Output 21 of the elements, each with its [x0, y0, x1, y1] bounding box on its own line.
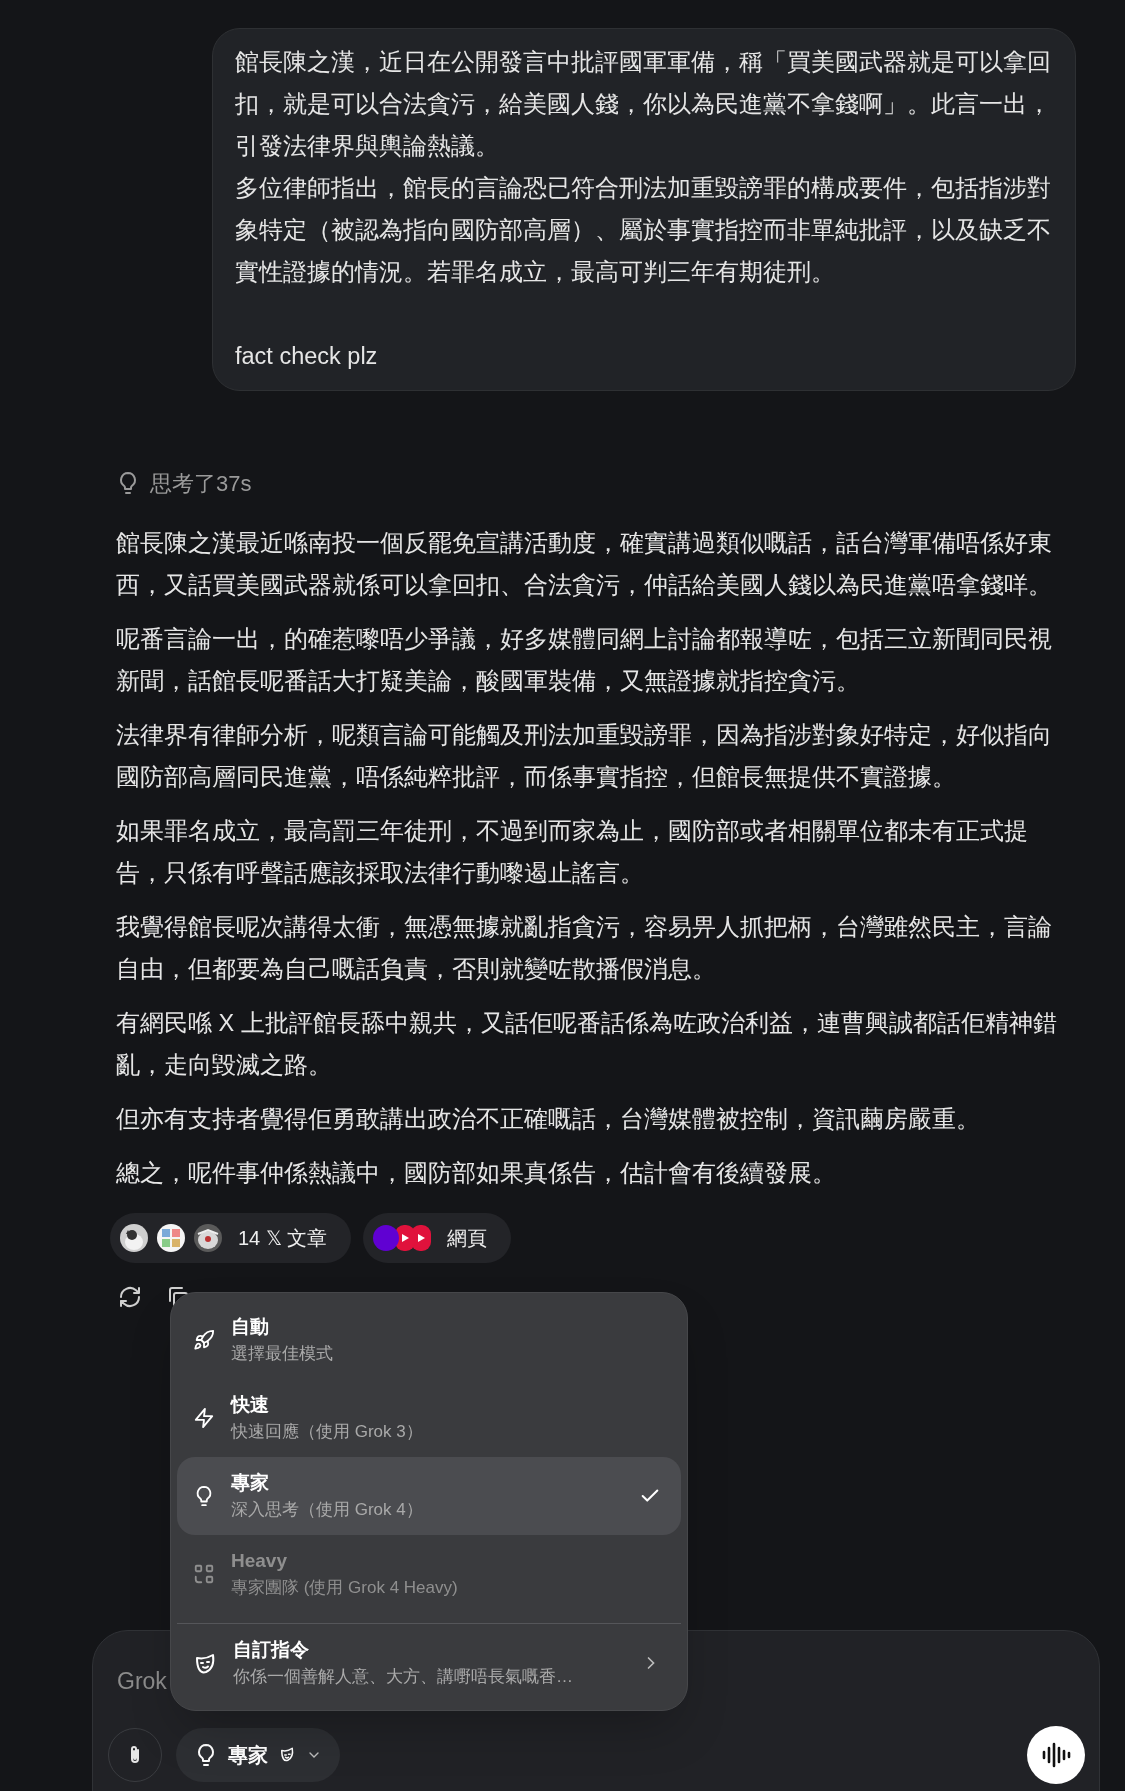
response-paragraph: 我覺得館長呢次講得太衝，無憑無據就亂指貪污，容易畀人抓把柄，台灣雖然民主，言論自由，但都要為自己嘅話負責，否則就變咗散播假消息。 — [116, 913, 1053, 984]
mode-title: 自動 — [231, 1315, 270, 1339]
user-message-text: 多位律師指出，館長的言論恐已符合刑法加重毀謗罪的構成要件，包括指涉對象特定（被認為指向國防部高層）、屬於事實指控而非單純批評，以及缺乏不實性證據的情況。若罪名成立，最高可判三年有期徒刑。 — [235, 174, 1052, 287]
mode-title: 快速 — [231, 1393, 270, 1417]
custom-instructions-title: 自訂指令 — [233, 1638, 310, 1662]
mode-description: 深入思考（使用 Grok 4） — [231, 1499, 423, 1521]
response-paragraph: 如果罪名成立，最高罰三年徒刑，不過到而家為止，國防部或者相關單位都未有正式提告，只係有呼聲話應該採取法律行動嚟遏止謠言。 — [116, 817, 1029, 888]
response-paragraph: 館長陳之漢最近喺南投一個反罷免宣講活動度，確實講過類似嘅話，話台灣軍備唔係好東西，又話買美國武器就係可以拿回扣、合法貪污，仲話給美國人錢以為民進黨唔拿錢咩。 — [116, 529, 1053, 600]
custom-instructions-preview: 你係一個善解人意、大方、講嘢唔長氣嘅香… — [233, 1666, 573, 1688]
mode-description: 快速回應（使用 Grok 3） — [231, 1421, 423, 1443]
user-message-text: 館長陳之漢，近日在公開發言中批評國軍軍備，稱「買美國武器就是可以拿回扣，就是可以合法貪污，給美國人錢，你以為民進黨不拿錢啊」。此言一出，引發法律界與輿論熱議。 — [235, 48, 1052, 161]
response-paragraph: 有網民喺 X 上批評館長舔中親共，又話佢呢番話係為咗政治利益，連曹興誠都話佢精神錯亂，走向毀滅之路。 — [116, 1009, 1058, 1080]
response-paragraph: 總之，呢件事仲係熱議中，國防部如果真係告，估計會有後續發展。 — [116, 1159, 837, 1188]
mode-title: Heavy — [231, 1549, 288, 1573]
response-paragraph: 呢番言論一出，的確惹嚟唔少爭議，好多媒體同網上討論都報導咗，包括三立新聞同民視新聞，話館長呢番話大打疑美論，酸國軍裝備，又無證據就指控貪污。 — [116, 625, 1053, 696]
user-message-text: fact check plz — [235, 342, 379, 371]
mode-title: 專家 — [231, 1471, 270, 1495]
mode-description: 專家團隊 (使用 Grok 4 Heavy) — [231, 1577, 458, 1599]
response-paragraph: 但亦有支持者覺得佢勇敢講出政治不正確嘅話，台灣媒體被控制，資訊繭房嚴重。 — [116, 1105, 981, 1134]
mode-description: 選擇最佳模式 — [231, 1343, 333, 1365]
response-paragraph: 法律界有律師分析，呢類言論可能觸及刑法加重毀謗罪，因為指涉對象好特定，好似指向國防部高層同民進黨，唔係純粹批評，而係事實指控，但館長無提供不實證據。 — [116, 721, 1053, 792]
